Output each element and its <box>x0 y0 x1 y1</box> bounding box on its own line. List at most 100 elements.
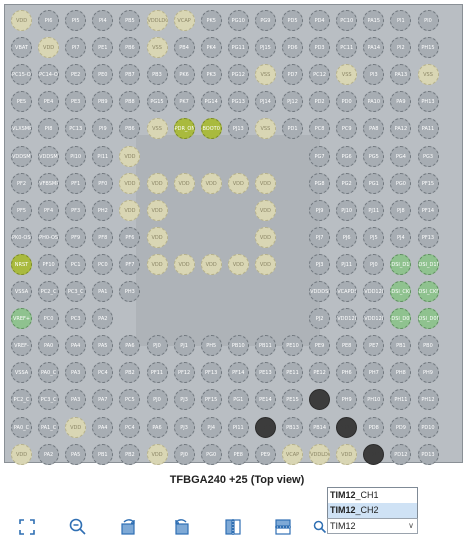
pin[interactable]: VDD <box>146 172 168 194</box>
pin[interactable]: VDD <box>11 10 32 31</box>
pin[interactable]: PB7 <box>119 64 141 86</box>
pin[interactable]: VDD <box>173 253 195 275</box>
pin[interactable]: PA7 <box>92 389 114 411</box>
pin[interactable]: VDD <box>254 199 276 221</box>
pin[interactable]: PG4 <box>390 145 412 167</box>
pin[interactable]: PJ15 <box>254 37 276 59</box>
pin[interactable]: PH12 <box>417 389 439 411</box>
pin[interactable]: PI11 <box>227 416 249 438</box>
pin[interactable]: PA4 <box>92 416 114 438</box>
pin[interactable]: VCAPDSI <box>336 281 358 302</box>
pin[interactable]: VDD <box>227 172 249 194</box>
pin[interactable]: PB0 <box>417 335 439 357</box>
pin[interactable]: PI9 <box>92 118 114 140</box>
pin[interactable]: PC4 <box>92 362 114 384</box>
pin[interactable]: PD7 <box>282 64 303 86</box>
pin[interactable]: PH10 <box>363 389 385 411</box>
pin[interactable]: PK4 <box>200 37 222 59</box>
pin[interactable]: PB1 <box>390 335 412 357</box>
pin[interactable]: VSS <box>254 64 276 86</box>
pin[interactable]: PA4 <box>65 335 87 357</box>
pin[interactable]: VDD <box>254 226 276 248</box>
pin[interactable]: VDD <box>38 37 60 59</box>
pin[interactable]: VDD <box>254 172 276 194</box>
pin[interactable]: PI4 <box>92 10 114 31</box>
pin[interactable]: PI7 <box>65 37 87 59</box>
pin[interactable]: VDD12DSI <box>336 308 358 330</box>
pin[interactable]: VFBSMPS <box>38 172 60 194</box>
pin[interactable]: PE7 <box>363 335 385 357</box>
pin[interactable]: PE10 <box>282 335 303 357</box>
pin[interactable]: PI6 <box>38 10 60 31</box>
pin[interactable]: PI8 <box>38 118 60 140</box>
pin[interactable]: PD12 <box>390 443 412 465</box>
pin[interactable]: PH7 <box>363 362 385 384</box>
search-input[interactable]: TIM12 ∨ <box>327 518 418 534</box>
pin[interactable]: PI0 <box>417 10 439 31</box>
pin[interactable]: PB10 <box>227 335 249 357</box>
pin[interactable]: PA13 <box>390 64 412 86</box>
pin[interactable]: PG0 <box>200 443 222 465</box>
pin[interactable]: PC3 <box>65 308 87 330</box>
pin[interactable]: PF4 <box>38 199 60 221</box>
pin[interactable]: PJ4 <box>390 226 412 248</box>
pin[interactable]: PJ4 <box>200 416 222 438</box>
pin[interactable]: NRST <box>11 253 32 275</box>
pin[interactable]: PI11 <box>92 145 114 167</box>
pin[interactable]: PB14 <box>309 416 331 438</box>
pin[interactable]: PG12 <box>227 64 249 86</box>
pin[interactable]: PA9 <box>390 91 412 113</box>
pin[interactable]: VDD <box>146 253 168 275</box>
pin[interactable]: DSI_D0P <box>390 308 412 330</box>
pin[interactable]: VSSA <box>11 362 32 384</box>
pin[interactable]: PJ10 <box>336 199 358 221</box>
pin[interactable]: PF10 <box>38 253 60 275</box>
pin[interactable]: PC11 <box>336 37 358 59</box>
pin[interactable]: PG1 <box>363 172 385 194</box>
pin[interactable]: PA1 <box>92 281 114 302</box>
pin[interactable]: PK6 <box>173 64 195 86</box>
pin[interactable]: PI10 <box>65 145 87 167</box>
pin[interactable]: PF1 <box>65 172 87 194</box>
pin[interactable]: PE13 <box>254 362 276 384</box>
pin[interactable]: VCAP <box>282 443 303 465</box>
pin[interactable]: DSI_CKN <box>417 281 439 302</box>
pin[interactable]: PJ11 <box>363 199 385 221</box>
pin[interactable]: VDD <box>227 253 249 275</box>
pin[interactable]: PB12 <box>254 416 276 438</box>
rotate-right-button[interactable] <box>118 516 140 538</box>
pin[interactable]: PB1 <box>92 443 114 465</box>
pin[interactable]: VDDSMPS <box>38 145 60 167</box>
pin[interactable]: PJ0 <box>146 389 168 411</box>
pin[interactable]: PE3 <box>65 91 87 113</box>
pin[interactable]: PJ6 <box>336 226 358 248</box>
pin[interactable]: PE0 <box>92 64 114 86</box>
pin[interactable]: PH15 <box>417 37 439 59</box>
pin[interactable]: PD2 <box>309 91 331 113</box>
pin[interactable]: PC2_C <box>38 281 60 302</box>
pin[interactable]: PH0-OSC_IN <box>38 226 60 248</box>
pin[interactable]: PJ7 <box>309 226 331 248</box>
pin[interactable]: PI5 <box>65 10 87 31</box>
pin[interactable]: VSS <box>146 118 168 140</box>
pin[interactable]: PG7 <box>309 145 331 167</box>
pin[interactable]: PC14-OSC32_IN <box>38 64 60 86</box>
pin[interactable]: DSI_D1N <box>417 253 439 275</box>
pin[interactable]: PI3 <box>363 64 385 86</box>
pin[interactable]: PB4 <box>173 37 195 59</box>
pin[interactable]: PG0 <box>390 172 412 194</box>
rotate-left-button[interactable] <box>170 516 192 538</box>
pin[interactable]: PC8 <box>309 118 331 140</box>
pin[interactable]: VDD <box>336 443 358 465</box>
pin[interactable]: PG13 <box>227 91 249 113</box>
pin[interactable]: PF14 <box>417 199 439 221</box>
pin[interactable]: PA2 <box>38 443 60 465</box>
pin[interactable]: PA14 <box>363 37 385 59</box>
suggestion-item[interactable]: TIM12_CH2 <box>328 503 417 518</box>
pin[interactable]: PA8 <box>363 118 385 140</box>
pin[interactable]: PH13 <box>417 91 439 113</box>
pin[interactable]: VDD <box>200 253 222 275</box>
pin[interactable]: PDR_ON <box>173 118 195 140</box>
pin[interactable]: VSS <box>146 37 168 59</box>
fit-screen-button[interactable] <box>16 516 38 538</box>
